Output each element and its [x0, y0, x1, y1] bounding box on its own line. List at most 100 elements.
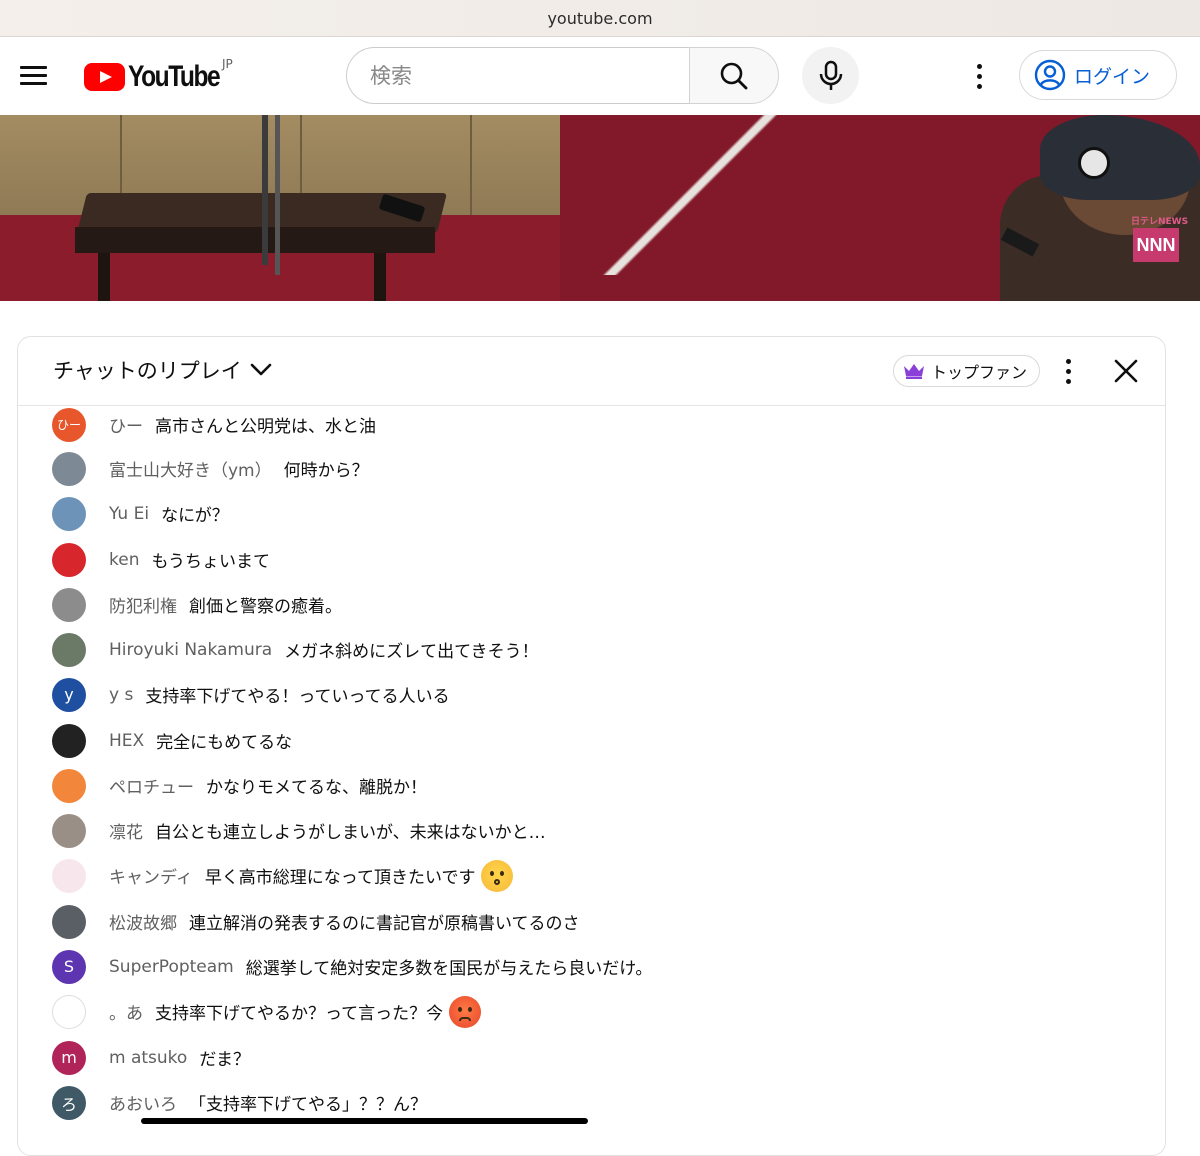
chat-more-options-icon[interactable] [1060, 357, 1076, 385]
chat-message-content: 。あ 支持率下げてやるか？って言った？今 [109, 995, 482, 1028]
settings-more-icon[interactable] [962, 57, 996, 95]
channel-watermark-text: 日テレNEWS [1131, 217, 1189, 227]
chat-message-content: 防犯利権 創価と警察の癒着。 [109, 592, 342, 617]
chat-author-name[interactable]: 防犯利権 [109, 592, 177, 617]
chat-message[interactable]: ひー ひー 高市さんと公明党は、水と油 [18, 402, 1165, 447]
masthead: YouTube JP ログイン [0, 37, 1200, 115]
chat-message-content: キャンディ 早く高市総理になって頂きたいです [109, 859, 514, 892]
chat-message[interactable]: S SuperPopteam 総選挙して絶対安定多数を国民が与えたら良いだけ。 [18, 944, 1165, 989]
chat-author-name[interactable]: SuperPopteam [109, 957, 234, 977]
chat-author-name[interactable]: あおいろ [109, 1090, 177, 1115]
chat-message-content: y s 支持率下げてやる！っていってる人いる [109, 682, 450, 708]
chat-message-text: 早く高市総理になって頂きたいです [204, 868, 476, 888]
avatar[interactable]: y [52, 677, 86, 712]
chat-author-name[interactable]: m atsuko [109, 1048, 187, 1068]
video-scene-table-leg [98, 253, 110, 301]
chat-message-content: ペロチュー かなりモメてるな、離脱か！ [109, 773, 427, 798]
chat-message[interactable]: Yu Ei なにが？ [18, 491, 1165, 536]
home-indicator [141, 1118, 588, 1124]
voice-search-button[interactable] [802, 47, 859, 104]
avatar[interactable] [52, 994, 86, 1029]
chat-message[interactable]: m m atsuko だま？ [18, 1035, 1165, 1080]
chat-mode-selector[interactable]: チャットのリプレイ [53, 355, 272, 385]
top-fan-label: トップファン [931, 363, 1028, 382]
chat-message[interactable]: 富士山大好き（ym） 何時から？ [18, 446, 1165, 491]
avatar[interactable] [52, 451, 86, 486]
chat-message[interactable]: ペロチュー かなりモメてるな、離脱か！ [18, 763, 1165, 808]
microphone-icon [819, 60, 842, 90]
avatar[interactable]: S [52, 949, 86, 984]
chat-message-text: もうちょいまて [151, 552, 270, 572]
avatar[interactable] [52, 768, 86, 803]
avatar[interactable]: ろ [52, 1085, 86, 1120]
chat-message-text: なにが？ [161, 506, 229, 526]
chat-message[interactable]: Hiroyuki Nakamura メガネ斜めにズレて出てきそう！ [18, 627, 1165, 672]
chat-author-name[interactable]: ペロチュー [109, 773, 194, 798]
chat-message[interactable]: HEX 完全にもめてるな [18, 718, 1165, 763]
login-label: ログイン [1074, 65, 1151, 88]
avatar[interactable] [52, 496, 86, 531]
chat-message-text: 創価と警察の癒着。 [189, 597, 342, 617]
chat-message-text: 総選挙して絶対安定多数を国民が与えたら良いだけ。 [245, 959, 653, 979]
chat-message[interactable]: キャンディ 早く高市総理になって頂きたいです [18, 853, 1165, 898]
avatar[interactable] [52, 858, 86, 893]
chat-author-name[interactable]: 。あ [109, 999, 143, 1024]
chat-message-text: 支持率下げてやるか？って言った？今 [155, 1004, 444, 1024]
search-input[interactable] [370, 48, 670, 103]
chat-message-content: あおいろ 「支持率下げてやる」？？ん？ [109, 1090, 427, 1115]
chat-message[interactable]: ken もうちょいまて [18, 537, 1165, 582]
browser-url[interactable]: youtube.com [547, 9, 652, 28]
avatar[interactable] [52, 904, 86, 939]
chat-author-name[interactable]: Yu Ei [109, 504, 149, 524]
chat-message[interactable]: y y s 支持率下げてやる！っていってる人いる [18, 672, 1165, 717]
browser-url-bar[interactable]: youtube.com [0, 0, 1200, 37]
chat-message-content: 凛花 自公とも連立しようがしまいが、未来はないかと… [109, 818, 546, 843]
chat-message-text: 何時から？ [283, 461, 369, 481]
hamburger-menu-icon[interactable] [20, 66, 47, 86]
chat-message[interactable]: 凛花 自公とも連立しようがしまいが、未来はないかと… [18, 808, 1165, 853]
youtube-logo[interactable]: YouTube [84, 60, 239, 93]
chat-author-name[interactable]: 松波故郷 [109, 909, 177, 934]
channel-watermark-logo: NNN [1133, 228, 1179, 262]
chat-author-name[interactable]: HEX [109, 731, 144, 751]
chat-message-text: 支持率下げてやる！っていってる人いる [145, 687, 450, 707]
close-icon[interactable] [1112, 357, 1140, 385]
chat-message-text: 連立解消の発表するのに書記官が原稿書いてるのさ [189, 914, 580, 934]
chat-message-content: Hiroyuki Nakamura メガネ斜めにズレて出てきそう！ [109, 637, 539, 663]
chat-author-name[interactable]: キャンディ [109, 863, 193, 888]
avatar[interactable] [52, 587, 86, 622]
login-button[interactable]: ログイン [1019, 50, 1177, 100]
video-scene-cap-badge [1078, 147, 1110, 179]
avatar[interactable] [52, 813, 86, 848]
search-icon [720, 62, 748, 89]
video-scene-table-front [75, 227, 435, 253]
avatar[interactable] [52, 632, 86, 667]
chat-message-content: HEX 完全にもめてるな [109, 728, 292, 754]
chat-message[interactable]: 松波故郷 連立解消の発表するのに書記官が原稿書いてるのさ [18, 899, 1165, 944]
video-scene-mic-stand [262, 115, 268, 265]
chat-author-name[interactable]: ひー [109, 412, 143, 437]
chat-author-name[interactable]: Hiroyuki Nakamura [109, 640, 272, 660]
search-box [346, 47, 690, 104]
video-player[interactable]: 日テレNEWS NNN [0, 115, 1200, 301]
avatar[interactable]: m [52, 1040, 86, 1075]
chat-author-name[interactable]: 凛花 [109, 818, 143, 843]
video-scene-stage-edge [570, 115, 810, 275]
avatar[interactable] [52, 542, 86, 577]
chat-author-name[interactable]: y s [109, 685, 133, 705]
chat-message[interactable]: 防犯利権 創価と警察の癒着。 [18, 582, 1165, 627]
search-button[interactable] [689, 47, 779, 104]
chat-message[interactable]: 。あ 支持率下げてやるか？って言った？今 [18, 989, 1165, 1034]
chat-author-name[interactable]: ken [109, 550, 139, 570]
chat-message-text: だま？ [199, 1050, 250, 1070]
chat-author-name[interactable]: 富士山大好き（ym） [109, 456, 272, 481]
chat-message-content: 富士山大好き（ym） 何時から？ [109, 456, 369, 481]
avatar[interactable] [52, 723, 86, 758]
top-fan-filter-button[interactable]: トップファン [893, 355, 1041, 387]
chat-message-text: 「支持率下げてやる」？？ん？ [189, 1095, 427, 1115]
chevron-down-icon [250, 363, 272, 376]
country-code: JP [222, 57, 233, 71]
chat-title: チャットのリプレイ [53, 359, 242, 383]
chat-message-text: かなりモメてるな、離脱か！ [206, 778, 427, 798]
avatar[interactable]: ひー [52, 407, 86, 442]
